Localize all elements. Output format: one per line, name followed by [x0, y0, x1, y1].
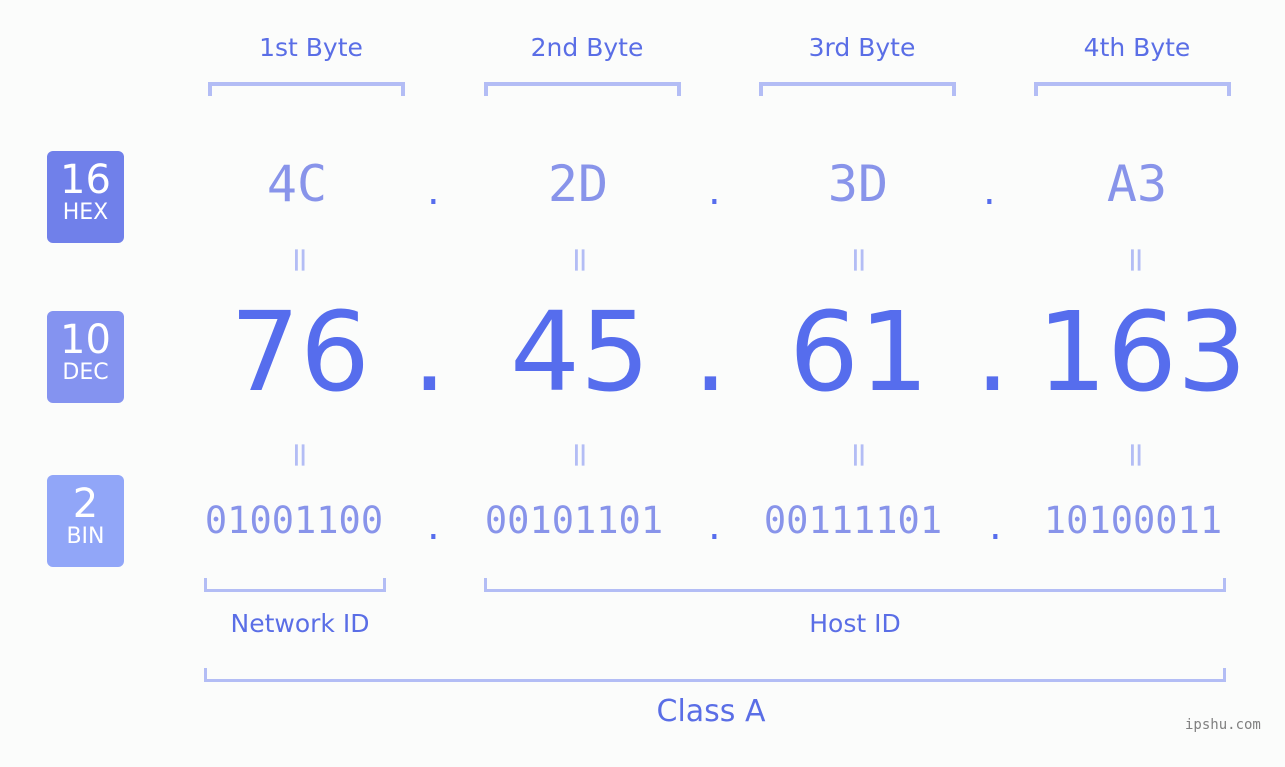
byte-header-4: 4th Byte [1083, 33, 1191, 62]
hex-badge-label: HEX [62, 200, 109, 225]
equals-hex-dec-3: = [839, 245, 879, 275]
watermark: ipshu.com [1185, 717, 1261, 733]
bin-badge-number: 2 [72, 481, 99, 527]
bin-separator-3: . [989, 503, 1002, 549]
bin-separator-1: . [427, 503, 440, 549]
hex-badge-number: 16 [60, 157, 111, 203]
equals-dec-bin-4: = [1116, 440, 1156, 470]
host-id-label: Host ID [809, 609, 901, 638]
equals-hex-dec-4: = [1116, 245, 1156, 275]
equals-hex-dec-2: = [560, 245, 600, 275]
dec-value-3: 61 [789, 288, 929, 416]
equals-hex-dec-1: = [280, 245, 320, 275]
byte-header-3: 3rd Byte [808, 33, 916, 62]
equals-dec-bin-2: = [560, 440, 600, 470]
dec-badge-number: 10 [60, 317, 111, 363]
hex-separator-2: . [708, 168, 721, 214]
hex-value-4: A3 [1106, 155, 1168, 213]
dec-value-2: 45 [510, 288, 650, 416]
hex-value-2: 2D [547, 155, 609, 213]
byte-bracket-4 [1034, 82, 1231, 96]
equals-dec-bin-3: = [839, 440, 879, 470]
byte-header-1: 1st Byte [259, 33, 363, 62]
hex-value-3: 3D [827, 155, 889, 213]
byte-bracket-1 [208, 82, 405, 96]
byte-bracket-2 [484, 82, 681, 96]
byte-bracket-3 [759, 82, 956, 96]
dec-separator-3: . [975, 288, 1010, 416]
class-label: Class A [656, 694, 766, 729]
dec-value-4: 163 [1037, 288, 1247, 416]
dec-value-1: 76 [230, 288, 370, 416]
class-bracket [204, 668, 1226, 682]
bin-value-3: 00111101 [763, 499, 943, 542]
hex-value-1: 4C [266, 155, 328, 213]
equals-dec-bin-1: = [280, 440, 320, 470]
bin-badge: 2 BIN [47, 475, 124, 567]
hex-separator-3: . [983, 168, 996, 214]
dec-separator-2: . [693, 288, 728, 416]
dec-badge-label: DEC [62, 360, 109, 385]
bin-separator-2: . [708, 503, 721, 549]
dec-separator-1: . [412, 288, 447, 416]
bin-value-2: 00101101 [484, 499, 664, 542]
bin-value-1: 01001100 [204, 499, 384, 542]
network-id-label: Network ID [230, 609, 370, 638]
bin-badge-label: BIN [66, 524, 105, 549]
network-id-bracket [204, 578, 386, 592]
bin-value-4: 10100011 [1043, 499, 1223, 542]
byte-header-2: 2nd Byte [530, 33, 644, 62]
hex-badge: 16 HEX [47, 151, 124, 243]
host-id-bracket [484, 578, 1226, 592]
dec-badge: 10 DEC [47, 311, 124, 403]
hex-separator-1: . [427, 168, 440, 214]
